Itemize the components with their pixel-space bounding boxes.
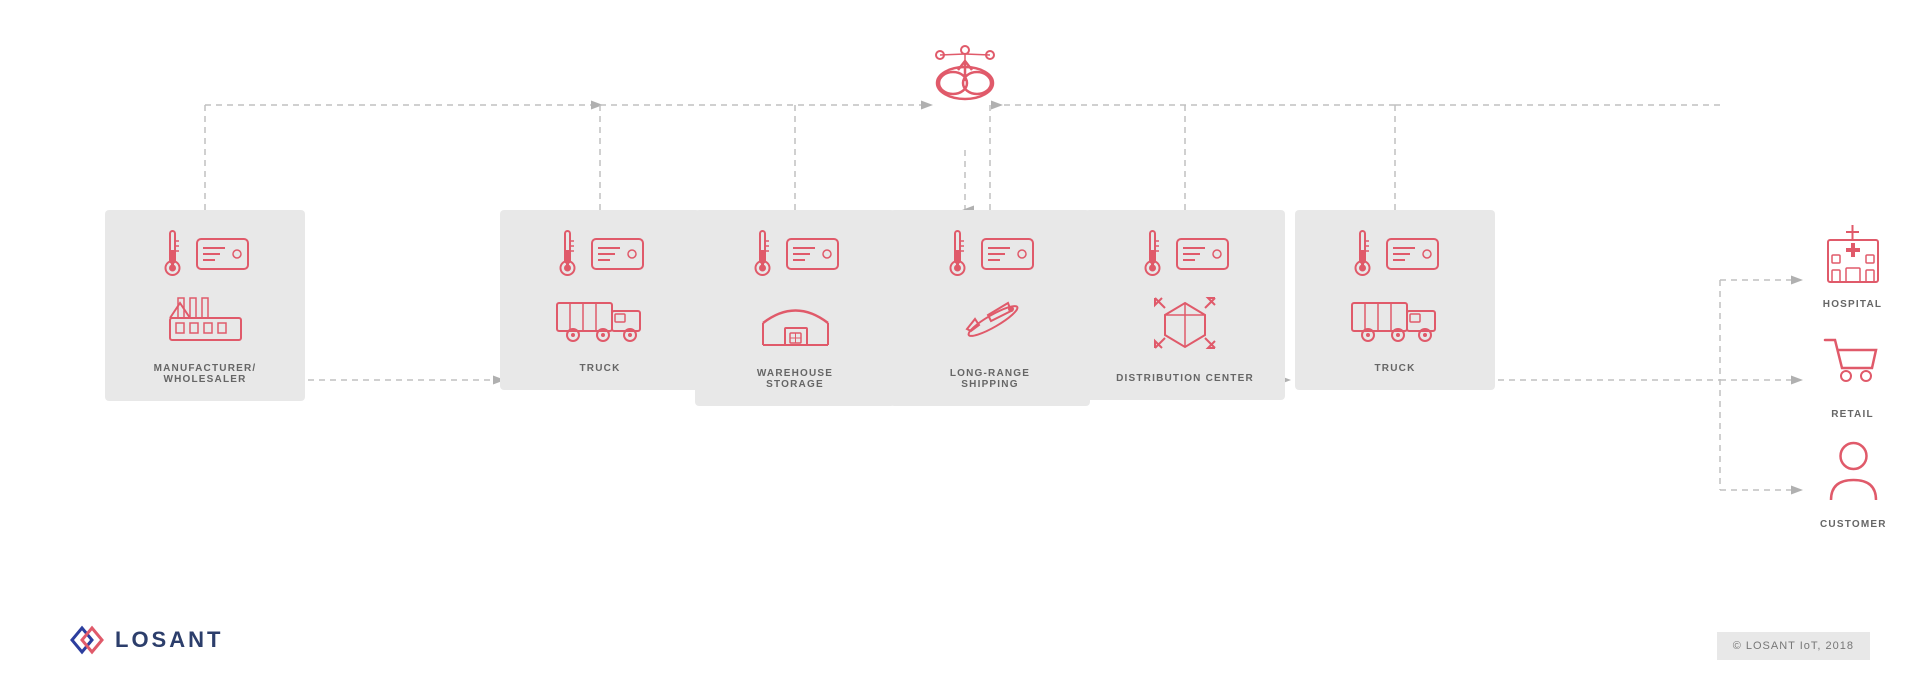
losant-logo-icon [60, 620, 105, 660]
cloud-iot-icon [920, 45, 1010, 110]
retail-cart-icon [1820, 330, 1885, 395]
logo: LOSANT [60, 620, 223, 660]
distribution-label: DISTRIBUTION CENTER [1116, 373, 1254, 384]
shipping-sensors [945, 226, 1035, 281]
node-shipping: LONG-RANGE SHIPPING [890, 210, 1090, 406]
truck2-label: TRUCK [1375, 363, 1416, 374]
sensor-device-icon-3 [785, 234, 840, 274]
truck1-sensors [555, 226, 645, 281]
diagram-container: MANUFACTURER/ WHOLESALER [0, 0, 1930, 700]
factory-icon [168, 293, 243, 343]
distribution-icon [1150, 293, 1220, 353]
distribution-sensors [1140, 226, 1230, 281]
node-truck1: TRUCK [500, 210, 700, 390]
sensor-device-icon-2 [590, 234, 645, 274]
customer-label: CUSTOMER [1820, 519, 1887, 530]
thermometer-icon-2 [555, 226, 580, 281]
dest-hospital: HOSPITAL [1820, 220, 1885, 310]
thermometer-icon-3 [750, 226, 775, 281]
thermometer-icon [160, 226, 185, 281]
customer-person-icon [1826, 440, 1881, 505]
thermometer-icon-5 [1140, 226, 1165, 281]
logo-text: LOSANT [115, 627, 223, 653]
shipping-label: LONG-RANGE SHIPPING [950, 368, 1030, 390]
warehouse-icon [758, 293, 833, 348]
node-warehouse: WAREHOUSE STORAGE [695, 210, 895, 406]
dest-retail: RETAIL [1820, 330, 1885, 420]
hospital-icon [1820, 220, 1885, 285]
sensor-device-icon [195, 234, 250, 274]
warehouse-sensors [750, 226, 840, 281]
manufacturer-sensors [160, 226, 250, 281]
thermometer-icon-6 [1350, 226, 1375, 281]
node-truck2: TRUCK [1295, 210, 1495, 390]
sensor-device-icon-4 [980, 234, 1035, 274]
hospital-label: HOSPITAL [1823, 299, 1882, 310]
copyright-text: © LOSANT IoT, 2018 [1717, 632, 1870, 660]
truck-icon-2 [1350, 293, 1440, 343]
warehouse-label: WAREHOUSE STORAGE [757, 368, 833, 390]
truck2-sensors [1350, 226, 1440, 281]
manufacturer-label: MANUFACTURER/ WHOLESALER [154, 363, 257, 385]
retail-label: RETAIL [1831, 409, 1874, 420]
dest-customer: CUSTOMER [1820, 440, 1887, 530]
cloud-section [920, 45, 1010, 110]
sensor-device-icon-6 [1385, 234, 1440, 274]
node-distribution: DISTRIBUTION CENTER [1085, 210, 1285, 400]
truck-icon [555, 293, 645, 343]
sensor-device-icon-5 [1175, 234, 1230, 274]
thermometer-icon-4 [945, 226, 970, 281]
truck1-label: TRUCK [580, 363, 621, 374]
airplane-icon [953, 293, 1028, 348]
node-manufacturer: MANUFACTURER/ WHOLESALER [105, 210, 305, 401]
